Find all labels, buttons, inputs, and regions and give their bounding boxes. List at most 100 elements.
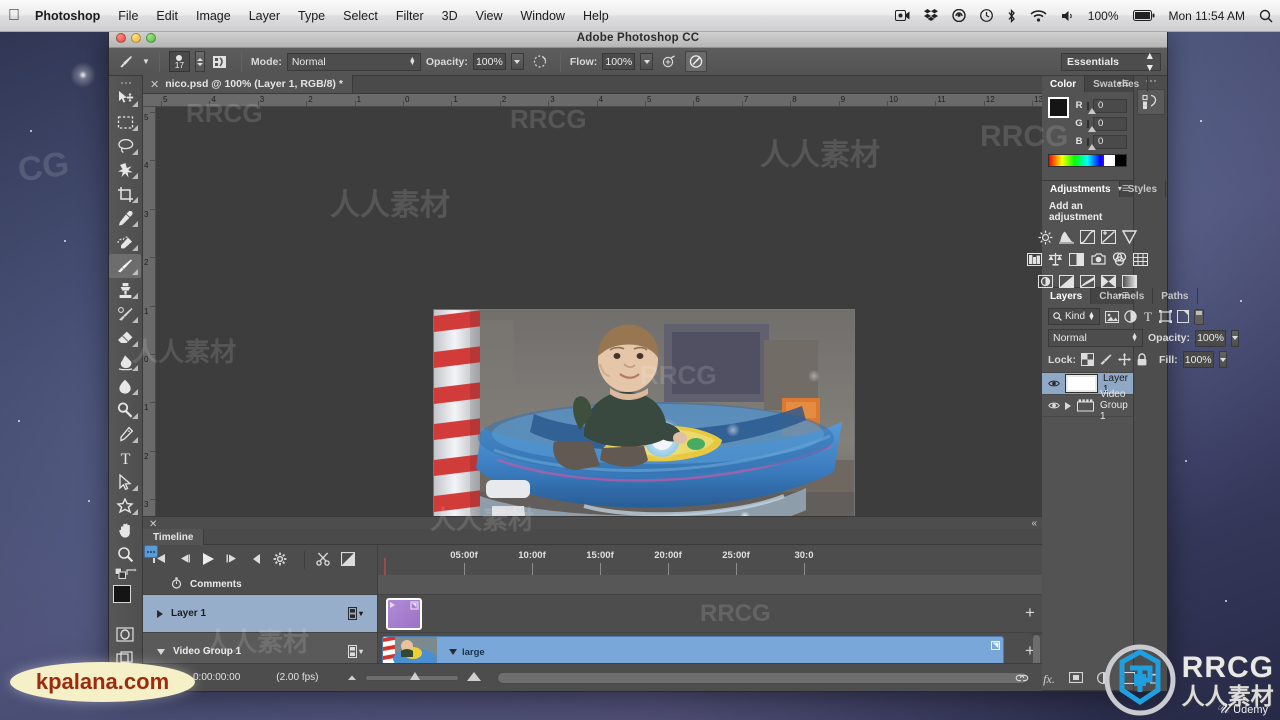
brightness-contrast-icon[interactable] [1038, 229, 1053, 245]
chevron-down-icon[interactable] [157, 648, 165, 655]
brush-size-stepper[interactable] [194, 51, 205, 72]
timeline-zoom-slider[interactable] [364, 671, 459, 681]
black-swatch[interactable] [1115, 155, 1126, 166]
white-swatch[interactable] [1104, 155, 1115, 166]
quick-selection-tool[interactable] [109, 158, 141, 182]
tab-paths[interactable]: Paths [1153, 288, 1198, 304]
timeline-scrollbar[interactable] [1031, 633, 1042, 679]
apple-icon[interactable]:  [8, 7, 20, 24]
eraser-tool[interactable] [109, 326, 141, 350]
path-selection-tool[interactable] [109, 470, 141, 494]
bluetooth-icon[interactable] [1000, 0, 1023, 32]
tablet-pressure-icon[interactable] [685, 51, 708, 72]
brush-tool-icon[interactable] [115, 51, 137, 72]
slider-knob[interactable] [1088, 143, 1096, 150]
creative-cloud-icon[interactable] [945, 0, 973, 32]
layer-thumbnail[interactable] [1065, 374, 1098, 393]
eye-icon[interactable] [1048, 400, 1060, 412]
zoom-slider-thumb[interactable] [409, 671, 420, 680]
filter-toggle-icon[interactable] [1193, 308, 1204, 325]
filter-smart-icon[interactable] [1176, 308, 1189, 325]
menu-item-type[interactable]: Type [289, 0, 334, 32]
history-brush-tool[interactable] [109, 302, 141, 326]
comments-track[interactable] [378, 575, 1042, 595]
timeline-tracks[interactable]: + large + [378, 575, 1042, 679]
marquee-tool[interactable] [109, 110, 141, 134]
slider-knob[interactable] [1088, 107, 1096, 114]
spotlight-search-icon[interactable] [1252, 0, 1280, 32]
zoom-out-icon[interactable] [345, 672, 359, 684]
workspace-switcher[interactable]: Essentials ▲ ▼ [1061, 50, 1161, 74]
lock-position-icon[interactable] [1118, 351, 1132, 368]
settings-gear-icon[interactable] [273, 552, 287, 569]
add-media-button[interactable]: + [1022, 604, 1038, 621]
menu-item-edit[interactable]: Edit [147, 0, 187, 32]
document-tab[interactable]: ✕ nico.psd @ 100% (Layer 1, RGB/8) * [143, 75, 353, 93]
color-spectrum-ramp[interactable] [1048, 154, 1127, 167]
swap-colors-icon[interactable] [126, 568, 137, 582]
layer-style-icon[interactable]: fx. [1043, 672, 1055, 687]
layer-row-video-group-1[interactable]: Video Group 1 [1042, 389, 1133, 422]
battery-icon[interactable] [1126, 0, 1162, 32]
timeline-clip-layer1[interactable] [386, 598, 422, 630]
blend-mode-select[interactable]: Normal ▲ ▼ [286, 52, 421, 71]
brush-size-preview[interactable]: 17 [168, 51, 190, 72]
horizontal-ruler[interactable]: 543210123456789101112131415161718 [143, 94, 1042, 107]
track-row-layer1[interactable]: + [378, 595, 1042, 633]
film-strip-icon[interactable]: ▾ [347, 645, 363, 658]
lasso-tool[interactable] [109, 134, 141, 158]
slider-knob[interactable] [1088, 125, 1096, 132]
volume-icon[interactable] [1054, 0, 1081, 32]
panel-menu-icon[interactable]: ▾☰ [1118, 184, 1129, 193]
zoom-tool[interactable] [109, 542, 141, 566]
filter-shape-icon[interactable] [1158, 308, 1172, 325]
frame-rate-label[interactable]: (2.00 fps) [276, 672, 318, 683]
filter-type-icon[interactable]: T [1142, 308, 1154, 325]
layer-filter-kind-select[interactable]: Kind ▲ ▼ [1048, 308, 1100, 325]
chevron-right-icon[interactable] [157, 609, 163, 618]
exposure-icon[interactable] [1101, 229, 1116, 245]
close-icon[interactable]: ✕ [150, 78, 159, 91]
posterize-icon[interactable] [1059, 273, 1074, 289]
brush-panel-icon[interactable] [210, 51, 232, 72]
r-slider[interactable] [1087, 101, 1096, 114]
menu-item-filter[interactable]: Filter [387, 0, 433, 32]
menu-item-view[interactable]: View [467, 0, 512, 32]
layer-blend-mode-select[interactable]: Normal ▲ ▼ [1048, 329, 1143, 347]
layer-fill-input[interactable]: 100% [1182, 351, 1214, 368]
crop-tool[interactable] [109, 182, 141, 206]
layer-fill-dropdown[interactable] [1218, 351, 1227, 368]
black-white-icon[interactable] [1069, 251, 1084, 267]
blur-tool[interactable] [109, 374, 141, 398]
lock-image-icon[interactable] [1099, 351, 1113, 368]
tab-timeline[interactable]: Timeline [143, 529, 205, 545]
move-tool[interactable] [109, 86, 141, 110]
film-strip-icon[interactable]: ▾ [347, 607, 363, 620]
menu-item-select[interactable]: Select [334, 0, 387, 32]
flow-dropdown-button[interactable] [640, 53, 654, 70]
current-time-label[interactable]: 0:00:00:00 [193, 672, 240, 683]
airbrush-icon[interactable] [658, 51, 680, 72]
layer-opacity-input[interactable]: 100% [1195, 329, 1227, 347]
lock-transparency-icon[interactable] [1081, 351, 1095, 368]
menu-item-photoshop[interactable]: Photoshop [26, 0, 109, 32]
hue-saturation-icon[interactable] [1027, 251, 1042, 267]
levels-icon[interactable] [1059, 229, 1074, 245]
selective-color-icon[interactable] [1101, 273, 1116, 289]
chevron-down-icon[interactable] [449, 649, 457, 655]
b-slider[interactable] [1087, 137, 1096, 150]
tab-swatches[interactable]: Swatches [1085, 76, 1149, 92]
brush-tool[interactable] [109, 254, 141, 278]
foreground-background-colors[interactable] [110, 584, 142, 618]
link-layers-icon[interactable] [1015, 673, 1029, 686]
split-clip-scissors-icon[interactable] [316, 552, 330, 569]
timeline-horizontal-scrollbar[interactable] [496, 671, 1028, 684]
flow-input[interactable]: 100% [602, 53, 636, 70]
previous-frame-button[interactable] [177, 553, 190, 567]
opacity-input[interactable]: 100% [472, 53, 506, 70]
filter-adjustment-icon[interactable] [1124, 308, 1137, 325]
play-button[interactable] [201, 552, 215, 569]
panel-menu-icon[interactable]: ▾☰ [1118, 79, 1129, 88]
eye-icon[interactable] [1048, 378, 1060, 390]
time-machine-icon[interactable] [973, 0, 1000, 32]
